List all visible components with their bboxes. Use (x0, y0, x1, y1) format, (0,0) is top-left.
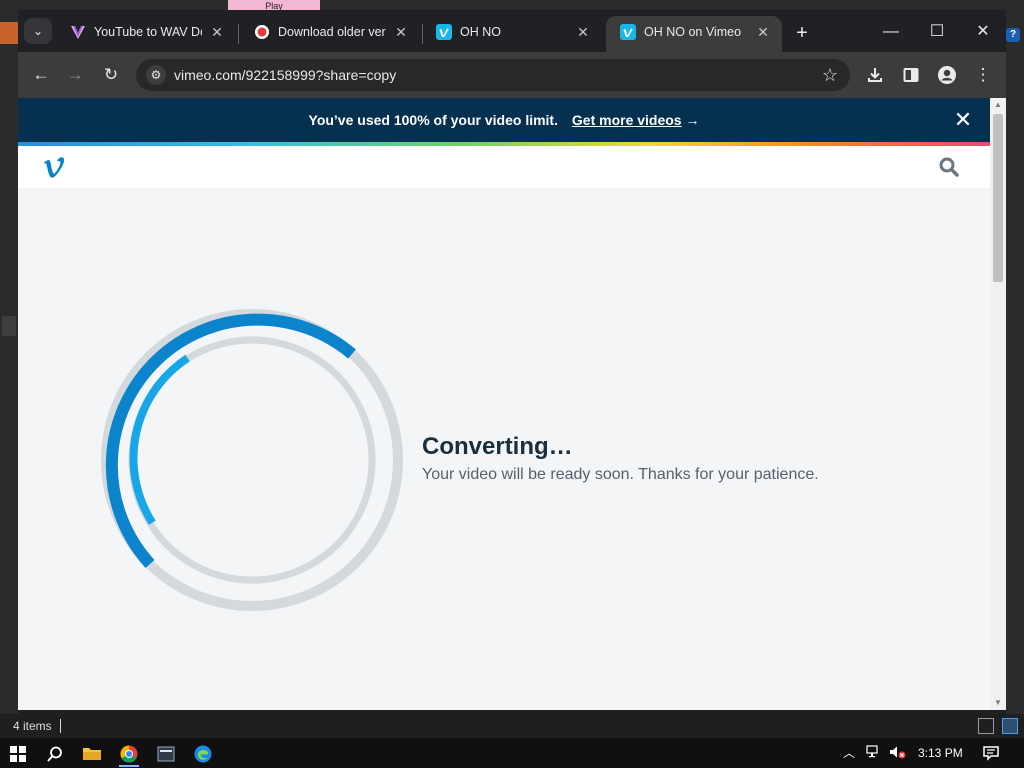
close-tab-icon[interactable]: ✕ (392, 23, 410, 41)
close-tab-icon[interactable]: ✕ (208, 23, 226, 41)
search-icon (47, 746, 62, 762)
maximize-button[interactable]: ☐ (914, 18, 960, 46)
banner-close-button[interactable]: ✕ (950, 107, 976, 133)
scroll-down-icon[interactable]: ▼ (990, 696, 1006, 710)
vimeo-header (18, 146, 990, 188)
scroll-thumb[interactable] (993, 114, 1003, 282)
arrow-left-icon: ← (32, 65, 50, 84)
url-text: vimeo.com/922158999?share=copy (174, 67, 397, 83)
download-icon (868, 68, 882, 82)
tab-title: OH NO on Vimeo (644, 25, 742, 39)
reload-icon: ↻ (103, 65, 119, 84)
taskbar-chrome[interactable] (111, 741, 147, 767)
site-settings-icon[interactable]: ⚙ (146, 65, 166, 85)
tiles-view-icon[interactable] (1002, 718, 1018, 734)
arrow-right-icon: → (66, 65, 84, 84)
reload-button[interactable]: ↻ (98, 62, 124, 88)
tab-search-button[interactable]: ⌄ (24, 18, 52, 44)
explorer-status-bar: 4 items (0, 714, 1024, 738)
taskbar-file-explorer[interactable] (74, 741, 110, 767)
desktop-edge-mark (2, 316, 16, 336)
taskbar-app-window[interactable] (148, 741, 184, 767)
network-icon[interactable] (866, 745, 882, 763)
taskbar-search-button[interactable] (37, 741, 73, 767)
forward-button[interactable]: → (62, 62, 88, 88)
help-icon: ? (1006, 28, 1020, 42)
item-count: 4 items (13, 719, 52, 733)
address-bar[interactable]: ⚙ vimeo.com/922158999?share=copy ☆ (136, 59, 850, 91)
bookmark-star-icon[interactable]: ☆ (822, 63, 838, 87)
desktop-orange-icon (0, 22, 18, 44)
tab-oh-no[interactable]: OH NO ✕ (422, 16, 602, 52)
vimeo-icon (620, 24, 636, 40)
tray-chevron-up-icon[interactable]: ︿ (843, 745, 855, 761)
close-tab-icon[interactable]: ✕ (574, 23, 592, 41)
tab-separator (238, 24, 239, 44)
app-window-icon (157, 746, 175, 762)
plus-icon: + (796, 22, 808, 44)
desktop-left-edge (0, 14, 18, 714)
record-icon (254, 24, 270, 40)
minimize-icon: — (883, 23, 899, 40)
browser-toolbar: ← → ↻ ⚙ vimeo.com/922158999?share=copy ☆ (18, 52, 1006, 98)
volume-muted-icon[interactable] (889, 745, 907, 763)
tab-download-older-versions[interactable]: Download older versi ✕ (240, 16, 420, 52)
profile-button[interactable] (934, 62, 960, 88)
downloads-button[interactable] (862, 62, 888, 88)
tab-title: OH NO (460, 25, 501, 39)
get-more-videos-link[interactable]: Get more videos (572, 112, 682, 128)
back-button[interactable]: ← (28, 62, 54, 88)
converting-subtitle: Your video will be ready soon. Thanks fo… (422, 466, 819, 483)
screen: Play ? ⌄ YouTube to WAV Dov ✕ Download o… (0, 0, 1024, 768)
close-icon: ✕ (976, 23, 990, 40)
vector-v-icon (70, 24, 86, 40)
notifications-icon[interactable] (983, 745, 999, 765)
clock[interactable]: 3:13 PM (918, 745, 963, 761)
banner-message: You’ve used 100% of your video limit. (308, 112, 558, 128)
taskbar-edge[interactable] (185, 741, 221, 767)
page-scrollbar[interactable]: ▲ ▼ (990, 98, 1006, 710)
web-page: You’ve used 100% of your video limit. Ge… (18, 98, 990, 710)
menu-button[interactable]: ⋮ (970, 62, 996, 88)
vimeo-logo-icon[interactable] (42, 154, 66, 180)
close-icon: ✕ (953, 107, 973, 132)
tab-youtube-to-wav[interactable]: YouTube to WAV Dov ✕ (56, 16, 236, 52)
details-view-icon[interactable] (978, 718, 994, 734)
close-tab-icon[interactable]: ✕ (754, 23, 772, 41)
tab-title: YouTube to WAV Dov (94, 25, 202, 39)
minimize-button[interactable]: — (868, 18, 914, 46)
vimeo-icon (436, 24, 452, 40)
taskbar: ︿ 3:13 PM (0, 738, 1024, 768)
side-panel-button[interactable] (898, 62, 924, 88)
limit-banner: You’ve used 100% of your video limit. Ge… (18, 98, 990, 142)
desktop-right-edge (1006, 14, 1024, 714)
profile-icon (938, 66, 956, 84)
new-tab-button[interactable]: + (790, 22, 814, 46)
status-separator (60, 719, 61, 733)
folder-icon (83, 748, 101, 760)
maximize-icon: ☐ (929, 23, 945, 40)
arrow-right-icon: → (685, 112, 700, 128)
browser-window: ⌄ YouTube to WAV Dov ✕ Download older ve… (18, 10, 1006, 710)
converting-spinner (101, 309, 403, 611)
scroll-up-icon[interactable]: ▲ (990, 98, 1006, 112)
converting-title: Converting… (422, 433, 573, 460)
banner-text: You’ve used 100% of your video limit. Ge… (18, 111, 990, 129)
tab-oh-no-on-vimeo[interactable]: OH NO on Vimeo ✕ (606, 16, 782, 52)
tab-strip: ⌄ YouTube to WAV Dov ✕ Download older ve… (18, 10, 1006, 52)
chevron-down-icon: ⌄ (32, 24, 44, 38)
edge-icon (194, 745, 212, 763)
start-button[interactable] (0, 741, 36, 767)
side-panel-icon (903, 68, 919, 82)
close-window-button[interactable]: ✕ (960, 18, 1006, 46)
search-icon[interactable] (938, 156, 960, 178)
more-vert-icon: ⋮ (974, 65, 992, 84)
windows-logo-icon (10, 746, 26, 762)
tab-title: Download older versi (278, 25, 386, 39)
chrome-icon (120, 745, 138, 763)
